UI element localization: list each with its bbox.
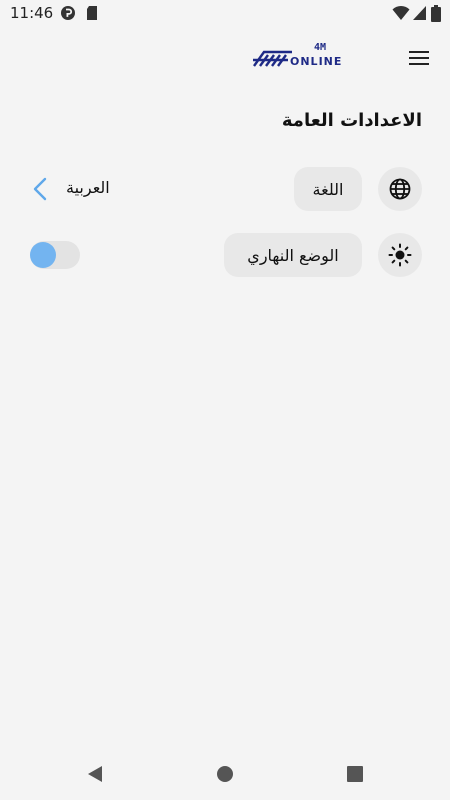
language-button[interactable]: اللغة <box>294 167 362 211</box>
logo-bottom-text: ONLINE <box>290 55 343 68</box>
battery-icon <box>431 5 441 22</box>
globe-icon <box>389 178 411 200</box>
status-time: 11:46 <box>10 4 54 22</box>
day-mode-button[interactable]: الوضع النهاري <box>224 233 362 277</box>
home-icon[interactable] <box>216 764 234 784</box>
recents-icon[interactable] <box>346 764 364 784</box>
system-nav-bar <box>0 750 450 800</box>
sun-icon <box>388 243 412 267</box>
language-value[interactable]: العربية <box>66 178 110 197</box>
app-bar: 4M ONLINE <box>0 36 450 80</box>
status-bar: 11:46 <box>0 0 450 28</box>
day-mode-toggle[interactable] <box>30 241 80 269</box>
language-label: اللغة <box>312 179 344 199</box>
toggle-thumb <box>30 242 56 268</box>
back-icon[interactable] <box>86 764 104 784</box>
signal-icon <box>413 6 426 20</box>
wifi-icon <box>392 5 410 20</box>
logo-top-text: 4M <box>314 42 327 53</box>
settings-screen: 11:46 4M ONLINE الاعدادات العامة اللغة ا… <box>0 0 450 800</box>
p-app-notification-icon <box>61 6 75 20</box>
day-mode-icon-container <box>378 233 422 277</box>
day-mode-label: الوضع النهاري <box>247 245 339 265</box>
logo: 4M ONLINE <box>252 42 352 70</box>
language-icon-container <box>378 167 422 211</box>
chevron-left-icon[interactable] <box>30 176 50 202</box>
sd-card-icon <box>87 6 97 20</box>
page-title: الاعدادات العامة <box>281 110 422 131</box>
hamburger-menu-icon[interactable] <box>404 46 434 70</box>
